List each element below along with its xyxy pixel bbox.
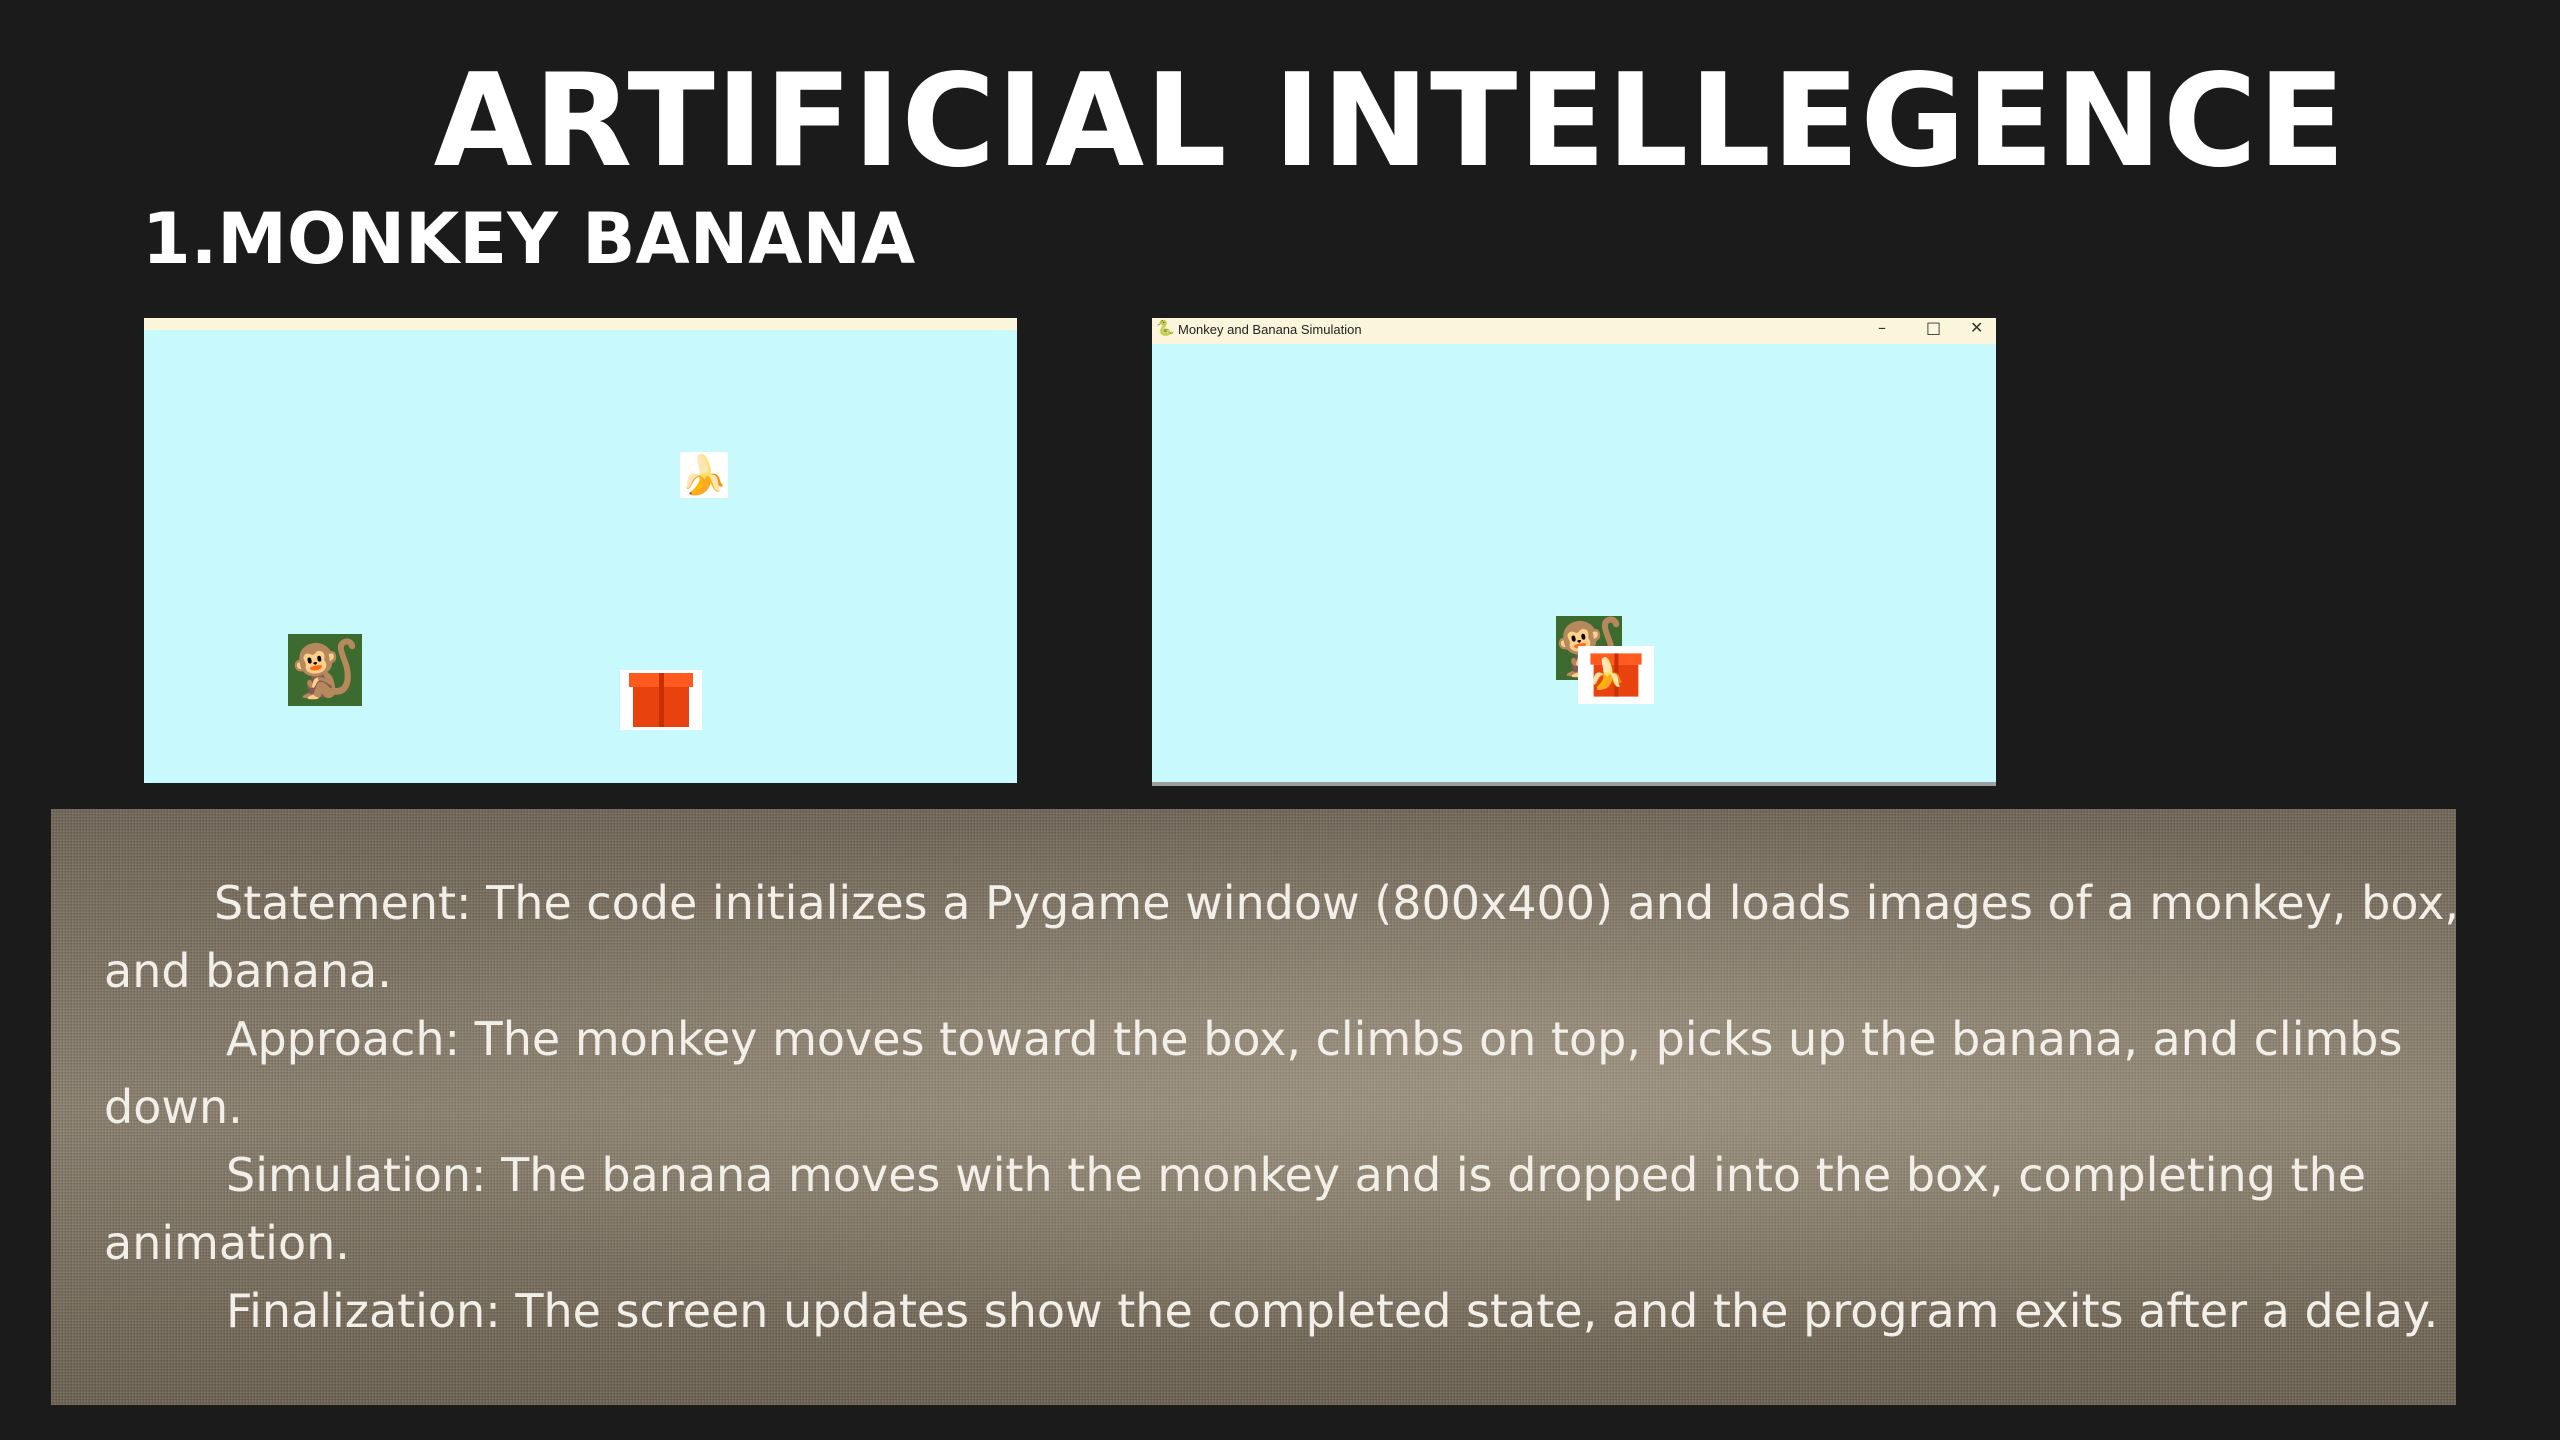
finalization-text: The screen updates show the completed st… bbox=[500, 1284, 2439, 1338]
minimize-button[interactable]: – bbox=[1878, 320, 1886, 336]
statement-paragraph: Statement: The code initializes a Pygame… bbox=[104, 869, 2524, 1005]
approach-label: Approach: bbox=[226, 1012, 461, 1066]
finalization-paragraph: Finalization: The screen updates show th… bbox=[104, 1277, 2524, 1345]
description-panel: Statement: The code initializes a Pygame… bbox=[51, 809, 2459, 1405]
simulation-paragraph: Simulation: The banana moves with the mo… bbox=[104, 1141, 2524, 1277]
finalization-label: Finalization: bbox=[226, 1284, 501, 1338]
slide-title: ARTIFICIAL INTELLEGENCE bbox=[433, 47, 2347, 196]
pygame-snake-icon: 🐍 bbox=[1156, 319, 1175, 337]
maximize-button[interactable]: □ bbox=[1926, 320, 1941, 336]
window-title: Monkey and Banana Simulation bbox=[1178, 322, 1362, 337]
box-icon bbox=[629, 673, 693, 727]
orange-box-image bbox=[620, 670, 702, 730]
simulation-window-final: 🐍 Monkey and Banana Simulation – □ ✕ 🐒 🍌 bbox=[1152, 318, 1996, 786]
simulation-window-initial: 🍌 🐒 bbox=[144, 318, 1017, 783]
banana-image: 🍌 bbox=[680, 452, 728, 498]
section-heading: 1.MONKEY BANANA bbox=[142, 198, 916, 280]
window-titlebar[interactable] bbox=[144, 318, 1017, 330]
box-with-banana-image: 🍌 bbox=[1578, 646, 1654, 704]
statement-label: Statement: bbox=[214, 876, 472, 930]
monkey-image: 🐒 bbox=[288, 634, 362, 706]
banana-icon: 🍌 bbox=[1588, 657, 1626, 692]
close-button[interactable]: ✕ bbox=[1970, 320, 1983, 336]
approach-paragraph: Approach: The monkey moves toward the bo… bbox=[104, 1005, 2524, 1141]
simulation-label: Simulation: bbox=[226, 1148, 487, 1202]
window-titlebar[interactable]: 🐍 Monkey and Banana Simulation – □ ✕ bbox=[1152, 318, 1996, 344]
